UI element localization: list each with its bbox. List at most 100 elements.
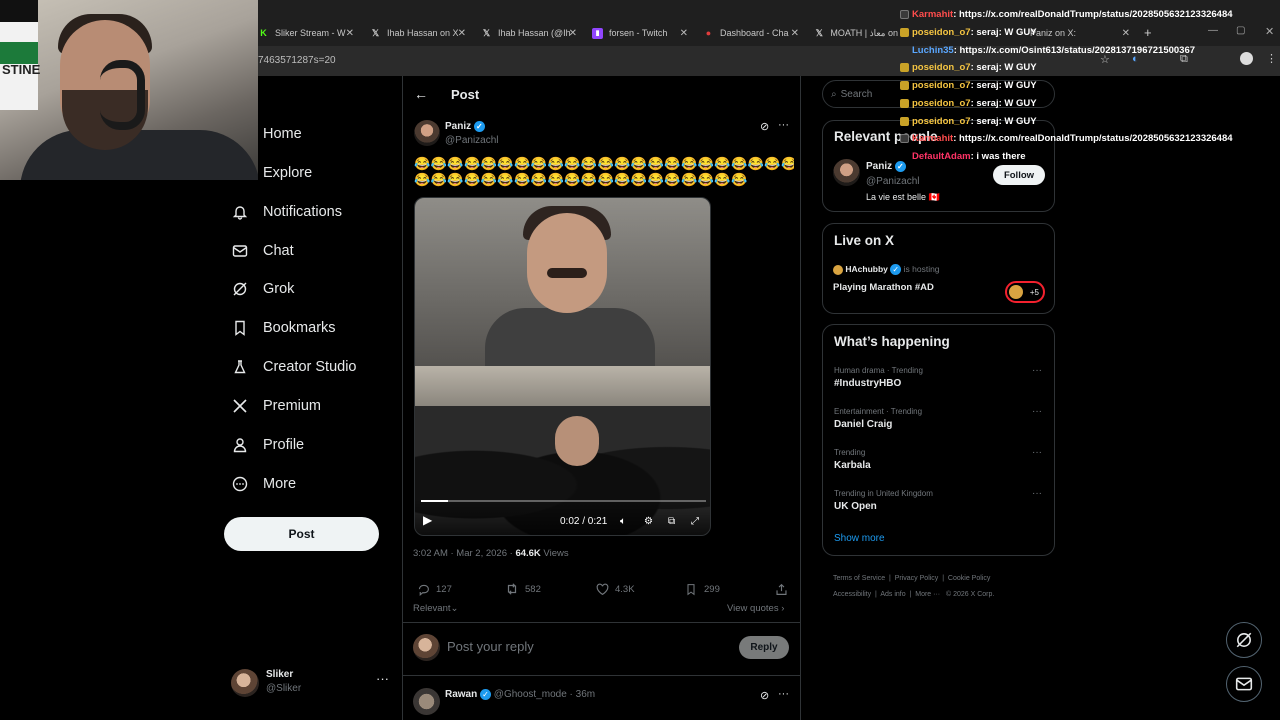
trend-name[interactable]: Karbala [834, 460, 871, 471]
chat-username[interactable]: Karmahit [912, 133, 953, 144]
nav-profile[interactable]: Profile [232, 427, 304, 463]
share-action[interactable] [774, 582, 794, 596]
trend-name[interactable]: UK Open [834, 501, 877, 512]
more-dots-icon[interactable]: ··· [1032, 488, 1042, 499]
maximize-icon[interactable]: ▢ [1236, 25, 1245, 36]
view-quotes-link[interactable]: View quotes › [727, 603, 784, 614]
chat-username[interactable]: poseidon_o7 [912, 80, 971, 91]
post-button[interactable]: Post [224, 517, 379, 551]
volume-icon[interactable]: 🔈︎ [620, 516, 626, 527]
footer-link[interactable]: Cookie Policy [948, 575, 990, 582]
chat-text: : seraj: W GUY [970, 27, 1037, 38]
nav-premium[interactable]: Premium [232, 388, 321, 424]
account-switcher[interactable]: Sliker @Sliker ··· [231, 665, 391, 701]
author-avatar[interactable] [414, 120, 440, 146]
grok-fab[interactable] [1226, 622, 1262, 658]
trend-name[interactable]: #IndustryHBO [834, 378, 901, 389]
chat-username[interactable]: Luchin35 [912, 45, 954, 56]
browser-tab[interactable]: K Sliker Stream - W ✕ [258, 21, 354, 45]
follow-button[interactable]: Follow [993, 165, 1045, 185]
nav-bookmarks[interactable]: Bookmarks [232, 310, 336, 346]
grok-icon[interactable]: ⊘ [760, 120, 769, 133]
author-name[interactable]: Paniz ✓ [445, 121, 485, 132]
show-more-link[interactable]: Show more [834, 533, 885, 544]
creator-icon [232, 359, 248, 375]
trend-category: Trending [834, 448, 866, 457]
chat-username[interactable]: DefaultAdam [912, 151, 971, 162]
close-tab-icon[interactable]: ✕ [791, 28, 799, 39]
chat-username[interactable]: poseidon_o7 [912, 62, 971, 73]
sort-dropdown[interactable]: Relevant⌄ [413, 603, 458, 614]
author-handle[interactable]: @Panizachl [445, 135, 499, 146]
more-dots-icon[interactable]: ··· [1032, 406, 1042, 417]
reply-action[interactable]: 127 [416, 582, 452, 596]
nav-more[interactable]: More [232, 466, 296, 502]
nav-notifications[interactable]: Notifications [232, 194, 342, 230]
repost-action[interactable]: 582 [505, 582, 541, 596]
close-tab-icon[interactable]: ✕ [680, 28, 688, 39]
chat-username[interactable]: Karmahit [912, 9, 953, 20]
url-text[interactable]: 7463571287s=20 [258, 55, 336, 66]
profile-avatar-icon[interactable] [1240, 52, 1253, 65]
bookmark-action[interactable]: 299 [684, 582, 720, 596]
footer-link[interactable]: Terms of Service [833, 575, 885, 582]
back-arrow-icon[interactable]: ← [414, 86, 428, 102]
like-action[interactable]: 4.3K [595, 582, 635, 596]
person-name[interactable]: Paniz ✓ [866, 161, 906, 172]
new-tab-icon[interactable]: + [1144, 25, 1152, 40]
more-options-icon[interactable]: ··· [778, 688, 789, 700]
chat-username[interactable]: poseidon_o7 [912, 98, 971, 109]
bell-icon [232, 204, 248, 220]
person-avatar[interactable] [833, 159, 860, 186]
minimize-icon[interactable]: — [1208, 25, 1218, 36]
nav-chat[interactable]: Chat [232, 233, 294, 269]
chat-username[interactable]: poseidon_o7 [912, 27, 971, 38]
browser-tab[interactable]: ● Dashboard - Cha ✕ [703, 21, 799, 45]
bookmark-icon [232, 320, 248, 336]
close-tab-icon[interactable]: ✕ [346, 28, 354, 39]
nav-creator-studio[interactable]: Creator Studio [232, 349, 357, 385]
nav-grok[interactable]: Grok [232, 271, 294, 307]
close-tab-icon[interactable]: ✕ [569, 28, 577, 39]
more-dots-icon[interactable]: ··· [1032, 365, 1042, 376]
reply-author-avatar[interactable] [413, 688, 440, 715]
footer-link[interactable]: Privacy Policy [895, 575, 939, 582]
post-video[interactable]: ▶ 0:02 / 0:21 🔈︎ ⚙ ⧉ ⤢ [414, 197, 711, 536]
browser-tab[interactable]: 𝕏 Ihab Hassan on X ✕ [370, 21, 466, 45]
more-options-icon[interactable]: ··· [778, 119, 789, 131]
browser-tab[interactable]: 𝕏 Ihab Hassan (@Ih ✕ [481, 21, 577, 45]
chat-text: : https://x.com/realDonaldTrump/status/2… [953, 133, 1233, 144]
reply-input[interactable]: Post your reply [447, 639, 534, 654]
messages-fab[interactable] [1226, 666, 1262, 702]
live-listeners[interactable]: +5 [1005, 281, 1045, 303]
settings-icon[interactable]: ⚙ [644, 516, 653, 527]
person-handle[interactable]: @Panizachl [866, 176, 920, 187]
grok-icon[interactable]: ⊘ [760, 689, 769, 702]
close-tab-icon[interactable]: ✕ [1122, 28, 1130, 39]
browser-tab[interactable]: 𝕏 MOATH | معاذ on [814, 21, 898, 45]
browser-tab-active[interactable]: Paniz on X: ✕ [1030, 21, 1130, 45]
nav-home[interactable]: Home [232, 116, 302, 152]
panel-title: What’s happening [834, 334, 950, 349]
play-icon[interactable]: ▶ [423, 513, 432, 527]
more-dots-icon[interactable]: ··· [1032, 447, 1042, 458]
more-dots-icon[interactable]: ··· [376, 671, 389, 686]
browser-menu-icon[interactable]: ⋮ [1266, 52, 1277, 65]
footer-link[interactable]: More ··· [915, 591, 940, 598]
fullscreen-icon[interactable]: ⤢ [691, 516, 699, 527]
close-tab-icon[interactable]: ✕ [458, 28, 466, 39]
chat-username[interactable]: poseidon_o7 [912, 116, 971, 127]
footer-link[interactable]: Accessibility [833, 591, 871, 598]
close-window-icon[interactable]: ✕ [1265, 25, 1274, 38]
video-progress-bar[interactable] [421, 500, 706, 502]
trend-name[interactable]: Daniel Craig [834, 419, 892, 430]
x-icon [232, 398, 248, 414]
live-title[interactable]: Playing Marathon #AD [833, 282, 934, 293]
reply-button[interactable]: Reply [739, 636, 789, 659]
footer-link[interactable]: Ads info [880, 591, 905, 598]
nav-explore[interactable]: Explore [232, 155, 312, 191]
browser-tab[interactable]: ▮ forsen - Twitch ✕ [592, 21, 688, 45]
pip-icon[interactable]: ⧉ [668, 516, 675, 527]
live-host[interactable]: HAchubby ✓ is hosting [833, 264, 940, 276]
chat-message: poseidon_o7: seraj: W GUY [900, 27, 1037, 38]
